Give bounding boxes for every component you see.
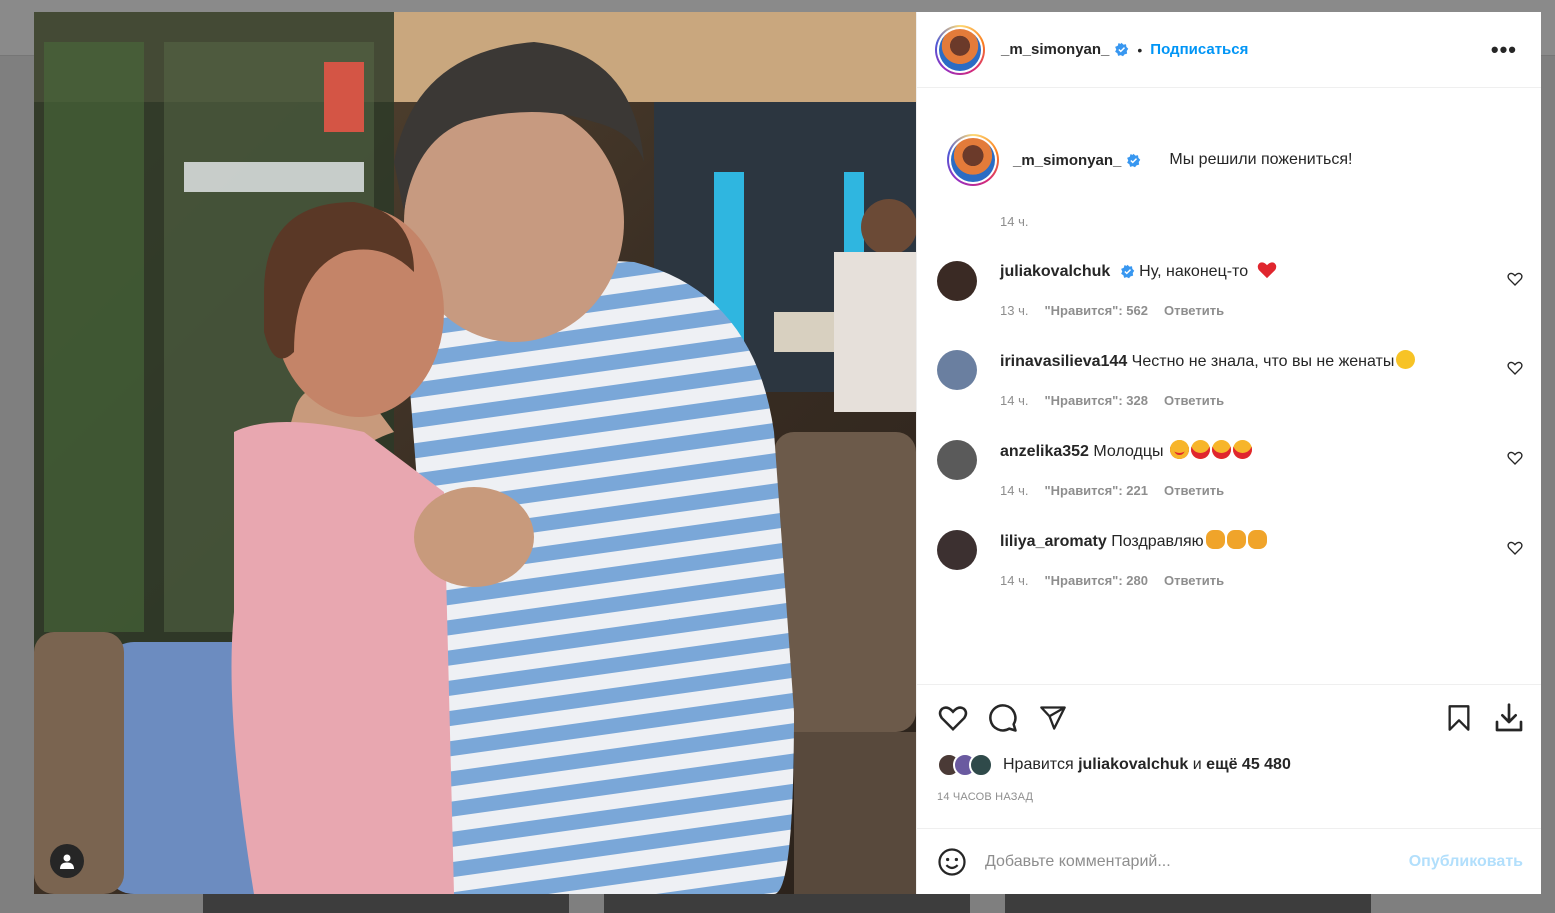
- more-options-button[interactable]: •••: [1485, 37, 1523, 63]
- background-thumbnail: [604, 893, 970, 913]
- comments-list[interactable]: _m_simonyan_ Мы решили пожениться! 14 ч.…: [917, 88, 1541, 684]
- heart-eyes-emoji-icon: [1232, 440, 1252, 459]
- reply-button[interactable]: Ответить: [1164, 483, 1224, 498]
- clapping-hands-emoji-icon: [1205, 530, 1225, 549]
- like-comment-heart-icon[interactable]: [1507, 271, 1523, 287]
- verified-icon: [1120, 264, 1135, 279]
- caption-avatar[interactable]: [947, 134, 999, 186]
- follow-button[interactable]: Подписаться: [1150, 41, 1248, 58]
- tag-user-button[interactable]: [50, 844, 84, 878]
- post-photo[interactable]: [34, 12, 916, 894]
- comment-time: 13 ч.: [1000, 303, 1029, 318]
- header-separator: •: [1137, 41, 1143, 58]
- reply-button[interactable]: Ответить: [1164, 303, 1224, 318]
- caption: _m_simonyan_ Мы решили пожениться!: [937, 134, 1525, 186]
- post-time-ago: 14 ЧАСОВ НАЗАД: [937, 791, 1034, 803]
- comment-likes-count[interactable]: "Нравится": 221: [1044, 483, 1148, 498]
- comment-likes-count[interactable]: "Нравится": 280: [1044, 573, 1148, 588]
- commenter-avatar[interactable]: [937, 440, 977, 480]
- post-side-panel: _m_simonyan_ • Подписаться ••• _m_simony…: [916, 12, 1541, 894]
- likes-user[interactable]: juliakovalchuk: [1078, 756, 1188, 773]
- comment-item: anzelika352 Молодцы 14 ч. "Нравится": 22…: [937, 440, 1525, 498]
- comment-icon: [989, 704, 1017, 732]
- verified-icon: [1114, 42, 1129, 57]
- comment-time: 14 ч.: [1000, 393, 1029, 408]
- reply-button[interactable]: Ответить: [1164, 393, 1224, 408]
- background-thumbnail: [203, 893, 569, 913]
- comment-item: irinavasilieva144 Честно не знала, что в…: [937, 350, 1525, 408]
- liker-avatars[interactable]: [937, 753, 993, 777]
- caption-username[interactable]: _m_simonyan_: [1013, 152, 1121, 169]
- heart-eyes-emoji-icon: [1211, 440, 1231, 459]
- heart-eyes-emoji-icon: [1169, 440, 1189, 459]
- caption-time: 14 ч.: [1000, 214, 1029, 229]
- post-actions: Нравится juliakovalchuk и ещё 45 480 14 …: [917, 684, 1541, 828]
- comment-time: 14 ч.: [1000, 573, 1029, 588]
- comment-time: 14 ч.: [1000, 483, 1029, 498]
- comment-likes-count[interactable]: "Нравится": 562: [1044, 303, 1148, 318]
- heart-eyes-emoji-icon: [1190, 440, 1210, 459]
- like-comment-heart-icon[interactable]: [1507, 450, 1523, 466]
- commenter-avatar[interactable]: [937, 261, 977, 301]
- tag-user-icon: [60, 854, 74, 869]
- download-button[interactable]: [1493, 702, 1525, 734]
- author-avatar[interactable]: [935, 24, 985, 75]
- likes-prefix: Нравится: [1003, 756, 1074, 773]
- download-icon: [1495, 703, 1523, 732]
- surprised-face-emoji-icon: [1396, 350, 1416, 369]
- author-username[interactable]: _m_simonyan_: [1001, 41, 1109, 58]
- heart-icon: [938, 706, 968, 732]
- comment-input[interactable]: [985, 852, 1409, 871]
- comment-item: liliya_aromaty Поздравляю 14 ч. "Нравитс…: [937, 530, 1525, 588]
- comment-text: Ну, наконец-то: [1139, 263, 1249, 280]
- save-button[interactable]: [1443, 702, 1475, 734]
- comment-text: Поздравляю: [1111, 533, 1204, 550]
- likes-middle: и: [1192, 756, 1202, 773]
- caption-text: Мы решили пожениться!: [1169, 151, 1353, 168]
- clapping-hands-emoji-icon: [1226, 530, 1246, 549]
- emoji-icon[interactable]: [937, 847, 967, 877]
- like-button[interactable]: [937, 702, 969, 734]
- commenter-username[interactable]: juliakovalchuk: [1000, 263, 1110, 280]
- publish-button[interactable]: Опубликовать: [1409, 853, 1523, 871]
- comment-text: Молодцы: [1093, 443, 1164, 460]
- likes-text[interactable]: Нравится juliakovalchuk и ещё 45 480: [1003, 756, 1291, 774]
- verified-icon: [1126, 153, 1141, 168]
- likes-summary: Нравится juliakovalchuk и ещё 45 480: [937, 753, 1525, 777]
- commenter-avatar[interactable]: [937, 350, 977, 390]
- background-thumbnail: [1005, 893, 1371, 913]
- commenter-username[interactable]: irinavasilieva144: [1000, 353, 1127, 370]
- commenter-avatar[interactable]: [937, 530, 977, 570]
- comment-item: juliakovalchuk Ну, наконец-то 13 ч. "Нра…: [937, 261, 1525, 318]
- red-heart-emoji-icon: [1257, 262, 1276, 279]
- like-comment-heart-icon[interactable]: [1507, 540, 1523, 556]
- post-modal: _m_simonyan_ • Подписаться ••• _m_simony…: [34, 12, 1541, 894]
- commenter-username[interactable]: liliya_aromaty: [1000, 533, 1107, 550]
- post-header: _m_simonyan_ • Подписаться •••: [917, 12, 1541, 88]
- comment-likes-count[interactable]: "Нравится": 328: [1044, 393, 1148, 408]
- post-photo-image: [34, 12, 916, 894]
- comment-button[interactable]: [987, 702, 1019, 734]
- share-button[interactable]: [1037, 702, 1069, 734]
- clapping-hands-emoji-icon: [1247, 530, 1267, 549]
- like-comment-heart-icon[interactable]: [1507, 360, 1523, 376]
- comment-text: Честно не знала, что вы не женаты: [1131, 353, 1395, 370]
- share-icon: [1040, 706, 1066, 730]
- likes-count[interactable]: ещё 45 480: [1206, 756, 1291, 773]
- comment-composer: Опубликовать: [917, 828, 1541, 894]
- bookmark-icon: [1448, 705, 1470, 731]
- commenter-username[interactable]: anzelika352: [1000, 443, 1089, 460]
- reply-button[interactable]: Ответить: [1164, 573, 1224, 588]
